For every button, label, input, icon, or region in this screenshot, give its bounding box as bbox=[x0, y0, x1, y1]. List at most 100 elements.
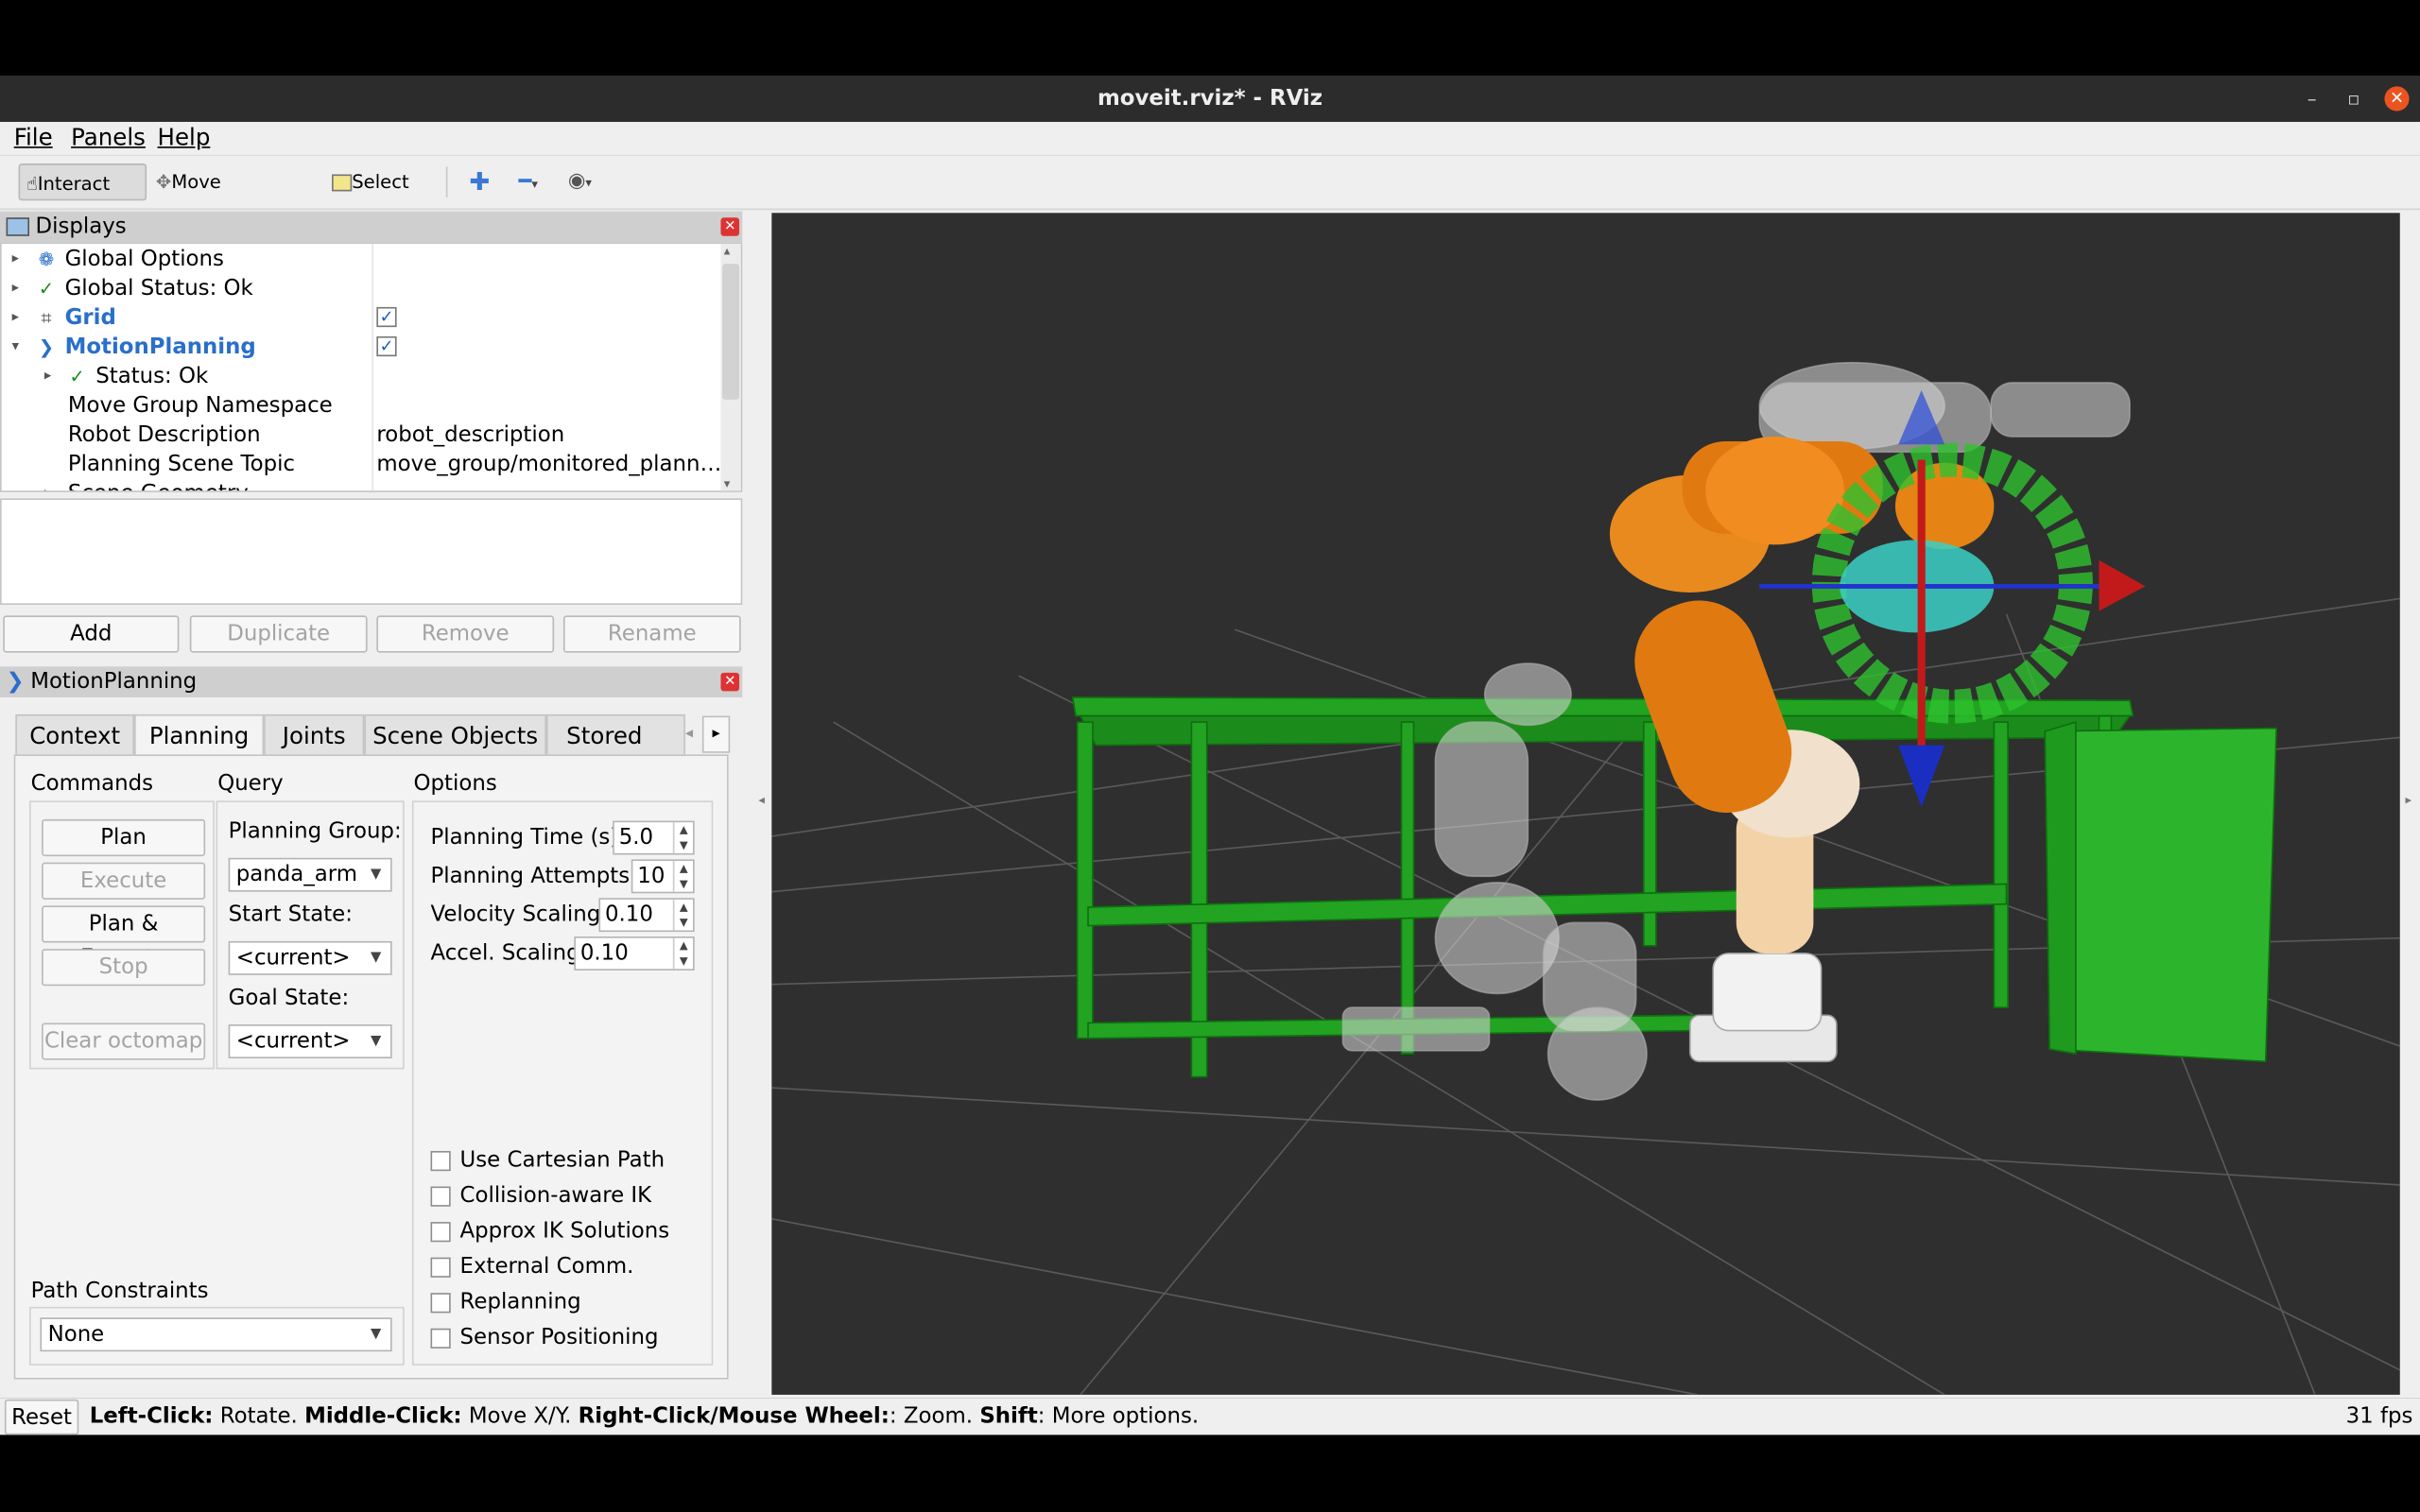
robot-description-value[interactable]: robot_description bbox=[376, 421, 718, 451]
scroll-thumb[interactable] bbox=[722, 264, 740, 400]
expand-arrow-icon[interactable]: ▸ bbox=[40, 480, 55, 490]
velocity-scaling-spinbox[interactable]: 0.10 ▲ ▼ bbox=[598, 898, 695, 933]
hand-cursor-icon: ☝ bbox=[26, 172, 38, 195]
gear-icon: ❁ bbox=[38, 248, 55, 270]
scroll-up-icon[interactable]: ▴ bbox=[724, 244, 731, 258]
close-displays-panel-icon[interactable]: ✕ bbox=[720, 217, 740, 236]
sensor-positioning-checkbox[interactable] bbox=[430, 1328, 451, 1349]
planning-time-spinbox[interactable]: 5.0 ▲ ▼ bbox=[613, 820, 695, 855]
menu-panels[interactable]: Panels bbox=[71, 124, 146, 151]
collision-aware-ik-label[interactable]: Collision-aware IK bbox=[460, 1183, 652, 1208]
tree-row-scene-geometry[interactable]: ▸ Scene Geometry bbox=[2, 480, 722, 490]
motion-planning-icon: ❯ bbox=[6, 669, 25, 695]
spin-arrows-icon[interactable]: ▲ ▼ bbox=[672, 861, 693, 892]
spin-arrows-icon[interactable]: ▲ ▼ bbox=[672, 822, 693, 853]
collision-aware-ik-checkbox[interactable] bbox=[430, 1186, 451, 1207]
planning-group-label: Planning Group: bbox=[228, 818, 402, 845]
tree-row-global-status[interactable]: ▸ ✓ Global Status: Ok bbox=[2, 275, 722, 304]
window-titlebar[interactable]: moveit.rviz* - RViz bbox=[0, 75, 2420, 122]
monitor-icon bbox=[6, 217, 30, 236]
rename-display-button[interactable]: Rename bbox=[562, 615, 741, 653]
tab-planning[interactable]: Planning bbox=[134, 713, 265, 758]
displays-panel-title: Displays bbox=[35, 214, 127, 240]
eye-view-icon[interactable]: ◉▾ bbox=[562, 163, 601, 200]
approx-ik-solutions-checkbox[interactable] bbox=[430, 1222, 451, 1243]
spin-arrows-icon[interactable]: ▲ ▼ bbox=[672, 937, 693, 970]
3d-scene[interactable] bbox=[771, 213, 2400, 1395]
replanning-checkbox[interactable] bbox=[430, 1293, 451, 1314]
tree-row-grid[interactable]: ▸ ⌗ Grid bbox=[2, 304, 722, 334]
remove-display-button[interactable]: Remove bbox=[376, 615, 555, 653]
use-cartesian-path-label[interactable]: Use Cartesian Path bbox=[460, 1148, 666, 1173]
tab-context[interactable]: Context bbox=[15, 713, 135, 756]
close-window-button[interactable]: ✕ bbox=[2384, 86, 2410, 112]
planning-attempts-spinbox[interactable]: 10 ▲ ▼ bbox=[631, 859, 695, 894]
maximize-button[interactable]: ▫ bbox=[2342, 86, 2366, 111]
displays-panel-header[interactable]: Displays bbox=[0, 211, 743, 243]
chevron-down-icon: ▼ bbox=[370, 1033, 382, 1050]
remove-tool-icon[interactable]: ━▾ bbox=[512, 163, 552, 200]
tab-stored-scenes[interactable]: Stored Scei bbox=[545, 713, 685, 756]
tree-row-global-options[interactable]: ▸ ❁ Global Options bbox=[2, 246, 722, 275]
minimize-icon: – bbox=[2307, 88, 2317, 110]
displays-scrollbar[interactable]: ▴ ▾ bbox=[720, 243, 741, 491]
tab-scene-objects[interactable]: Scene Objects bbox=[364, 713, 546, 756]
duplicate-display-button[interactable]: Duplicate bbox=[189, 615, 368, 653]
replanning-label[interactable]: Replanning bbox=[460, 1290, 581, 1314]
tree-row-move-group-namespace[interactable]: Move Group Namespace bbox=[2, 392, 722, 421]
menubar bbox=[0, 121, 2420, 156]
clear-octomap-button[interactable]: Clear octomap bbox=[42, 1022, 206, 1060]
sensor-positioning-label[interactable]: Sensor Positioning bbox=[460, 1325, 659, 1349]
tab-joints[interactable]: Joints bbox=[264, 713, 365, 756]
use-cartesian-path-checkbox[interactable] bbox=[430, 1150, 451, 1172]
tree-row-status[interactable]: ▸ ✓ Status: Ok bbox=[2, 363, 722, 392]
display-description-box bbox=[0, 498, 743, 605]
plan-button[interactable]: Plan bbox=[42, 818, 206, 857]
interact-tool-button[interactable]: ☝Interact bbox=[18, 163, 147, 201]
reset-view-button[interactable]: Reset bbox=[4, 1399, 79, 1435]
expand-arrow-icon[interactable]: ▸ bbox=[8, 246, 23, 275]
checkmark-icon: ✓ bbox=[38, 277, 55, 300]
external-comm-checkbox[interactable] bbox=[430, 1257, 451, 1278]
close-motion-planning-panel-icon[interactable]: ✕ bbox=[720, 672, 740, 692]
expand-arrow-icon[interactable]: ▸ bbox=[40, 363, 55, 392]
close-icon: ✕ bbox=[2389, 88, 2405, 109]
approx-ik-solutions-label[interactable]: Approx IK Solutions bbox=[460, 1219, 670, 1244]
accel-scaling-spinbox[interactable]: 0.10 ▲ ▼ bbox=[574, 936, 695, 971]
motion-planning-enabled-checkbox[interactable]: ✓ bbox=[376, 335, 397, 357]
tab-scroll-right-icon[interactable]: ▸ bbox=[701, 715, 731, 753]
tab-scroll-left-icon[interactable]: ◂ bbox=[685, 719, 700, 750]
plan-and-execute-button[interactable]: Plan & Execute bbox=[42, 905, 206, 971]
external-comm-label[interactable]: External Comm. bbox=[460, 1254, 634, 1279]
stop-button[interactable]: Stop bbox=[42, 949, 206, 987]
tree-column-separator bbox=[372, 243, 374, 491]
planning-group-select[interactable]: panda_arm ▼ bbox=[228, 857, 392, 892]
tree-row-motion-planning[interactable]: ▾ ❯ MotionPlanning bbox=[2, 334, 722, 363]
expand-arrow-icon[interactable]: ▸ bbox=[8, 275, 23, 304]
planning-time-label: Planning Time (s): bbox=[430, 825, 626, 850]
grid-enabled-checkbox[interactable]: ✓ bbox=[376, 306, 397, 328]
scroll-down-icon[interactable]: ▾ bbox=[724, 476, 731, 490]
add-display-button[interactable]: Add bbox=[3, 615, 180, 653]
path-constraints-select[interactable]: None ▼ bbox=[40, 1317, 392, 1352]
select-tool-button[interactable]: Select bbox=[325, 163, 424, 200]
3d-viewport[interactable] bbox=[771, 213, 2400, 1395]
expand-arrow-icon[interactable]: ▸ bbox=[8, 304, 23, 334]
execute-button[interactable]: Execute bbox=[42, 862, 206, 900]
planning-scene-topic-value[interactable]: move_group/monitored_plann… bbox=[376, 451, 718, 480]
goal-state-select[interactable]: <current> ▼ bbox=[228, 1024, 392, 1058]
start-state-select[interactable]: <current> ▼ bbox=[228, 940, 392, 975]
collapse-arrow-icon[interactable]: ▾ bbox=[8, 334, 23, 363]
tree-row-planning-scene-topic[interactable]: Planning Scene Topic move_group/monitore… bbox=[2, 451, 722, 480]
add-tool-icon[interactable]: ✚ bbox=[463, 163, 491, 200]
motion-planning-panel-header[interactable]: ❯ MotionPlanning bbox=[0, 666, 743, 697]
fps-counter: 31 fps bbox=[2345, 1403, 2413, 1429]
menu-file[interactable]: File bbox=[14, 124, 53, 151]
right-splitter-handle[interactable]: ▸ bbox=[2403, 793, 2413, 807]
minimize-button[interactable]: – bbox=[2300, 86, 2325, 111]
left-splitter-handle[interactable]: ◂ bbox=[756, 793, 767, 807]
tree-row-robot-description[interactable]: Robot Description robot_description bbox=[2, 421, 722, 451]
spin-arrows-icon[interactable]: ▲ ▼ bbox=[672, 899, 693, 931]
move-camera-tool-button[interactable]: ✥Move Camera bbox=[149, 163, 303, 230]
menu-help[interactable]: Help bbox=[158, 124, 211, 151]
